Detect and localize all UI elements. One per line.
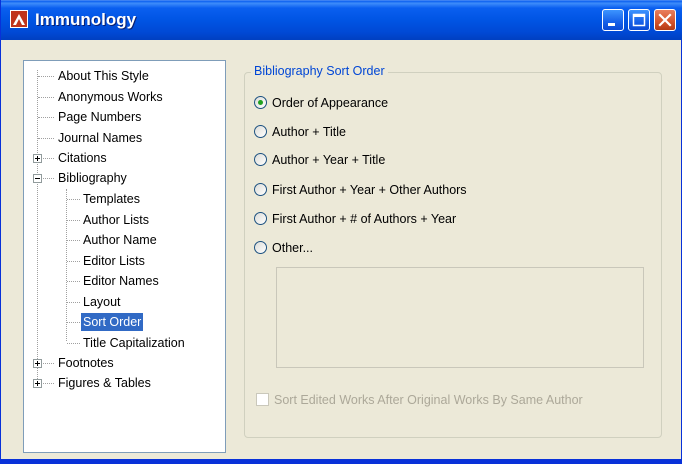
radio-label[interactable]: Author + Year + Title: [272, 152, 385, 168]
radio-button[interactable]: [254, 153, 267, 166]
collapse-bibliography-icon[interactable]: [33, 174, 42, 183]
tree-item-layout[interactable]: Layout: [81, 293, 123, 311]
minimize-button[interactable]: [602, 9, 624, 31]
tree-connector: [67, 240, 80, 241]
maximize-icon: [632, 13, 646, 27]
tree-item-anonymous-works[interactable]: Anonymous Works: [56, 88, 165, 106]
maximize-button[interactable]: [628, 9, 650, 31]
close-button[interactable]: [654, 9, 676, 31]
tree-item-page-numbers[interactable]: Page Numbers: [56, 108, 143, 126]
radio-button[interactable]: [254, 125, 267, 138]
radio-label[interactable]: Author + Title: [272, 124, 346, 140]
tree-connector: [67, 302, 80, 303]
tree-item-sort-order[interactable]: Sort Order: [81, 313, 144, 331]
radio-label[interactable]: First Author + # of Authors + Year: [272, 211, 456, 227]
style-tree[interactable]: About This Style Anonymous Works Page Nu…: [23, 60, 226, 453]
radio-label[interactable]: Order of Appearance: [272, 95, 388, 111]
tree-connector: [43, 158, 54, 159]
radio-label[interactable]: First Author + Year + Other Authors: [272, 182, 467, 198]
radio-button[interactable]: [254, 212, 267, 225]
tree-item-citations[interactable]: Citations: [56, 149, 109, 167]
tree-connector: [67, 261, 80, 262]
radio-label[interactable]: Other...: [272, 240, 313, 256]
tree-connector: [43, 363, 54, 364]
radio-button[interactable]: [254, 183, 267, 196]
window-frame-bottom: [1, 459, 682, 463]
close-icon: [658, 13, 672, 27]
expand-footnotes-icon[interactable]: [33, 359, 42, 368]
tree-connector: [38, 97, 54, 98]
sort-edited-works-label: Sort Edited Works After Original Works B…: [274, 393, 583, 407]
tree-item-templates[interactable]: Templates: [81, 190, 142, 208]
tree-connector: [38, 138, 54, 139]
group-legend: Bibliography Sort Order: [251, 64, 388, 78]
expand-figures-tables-icon[interactable]: [33, 379, 42, 388]
tree-item-editor-lists[interactable]: Editor Lists: [81, 252, 147, 270]
tree-connector: [67, 322, 80, 323]
tree-connector: [67, 220, 80, 221]
other-sort-textarea[interactable]: [276, 267, 644, 368]
radio-button[interactable]: [254, 96, 267, 109]
radio-button[interactable]: [254, 241, 267, 254]
tree-item-editor-names[interactable]: Editor Names: [81, 272, 161, 290]
minimize-icon: [608, 23, 615, 26]
tree-connector: [67, 199, 80, 200]
sort-edited-works-checkbox[interactable]: [256, 393, 269, 406]
title-bar[interactable]: Immunology: [1, 0, 682, 40]
tree-branch-line: [66, 189, 67, 341]
tree-item-author-name[interactable]: Author Name: [81, 231, 159, 249]
tree-item-author-lists[interactable]: Author Lists: [81, 211, 151, 229]
tree-item-figures-tables[interactable]: Figures & Tables: [56, 374, 153, 392]
tree-item-bibliography[interactable]: Bibliography: [56, 169, 129, 187]
tree-connector: [38, 76, 54, 77]
tree-item-title-capitalization[interactable]: Title Capitalization: [81, 334, 187, 352]
window-title: Immunology: [35, 10, 137, 29]
app-icon: [10, 10, 28, 28]
tree-item-footnotes[interactable]: Footnotes: [56, 354, 116, 372]
radio-selected-dot: [258, 100, 263, 105]
expand-citations-icon[interactable]: [33, 154, 42, 163]
tree-item-about-this-style[interactable]: About This Style: [56, 67, 151, 85]
tree-connector: [43, 383, 54, 384]
tree-connector: [67, 281, 80, 282]
tree-connector: [38, 117, 54, 118]
dialog-window: Immunology About This Style Anonymous Wo…: [0, 0, 682, 464]
tree-item-journal-names[interactable]: Journal Names: [56, 129, 144, 147]
tree-connector: [43, 178, 54, 179]
tree-connector: [67, 343, 80, 344]
